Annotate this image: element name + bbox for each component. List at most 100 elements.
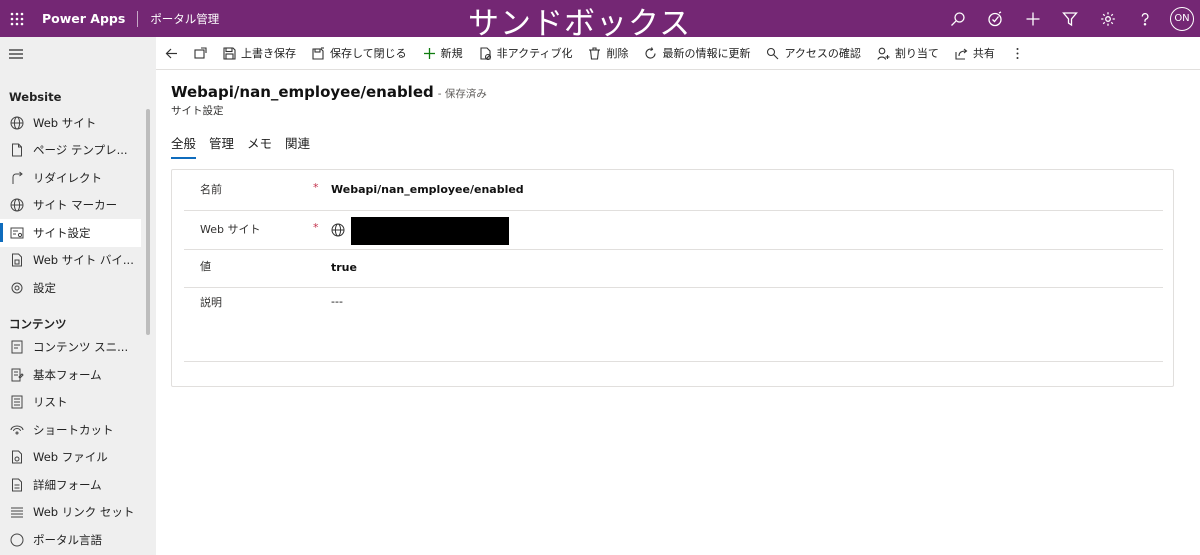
sidebar-scrollbar[interactable] [146,109,150,335]
more-commands-button[interactable] [1003,37,1032,70]
share-button[interactable]: 共有 [947,37,1003,70]
save-button[interactable]: 上書き保存 [215,37,304,70]
record-title-text: Webapi/nan_employee/enabled [171,83,434,101]
field-row-website: Web サイト * [184,211,1163,250]
nav-group-content: コンテンツ [9,316,67,331]
sidebar-item-site-markers[interactable]: サイト マーカー [0,192,156,220]
sidebar-item-label: ページ テンプレ... [33,143,128,158]
hamburger-menu-icon[interactable] [0,37,156,70]
form-icon [9,367,25,383]
sidebar-item-web-link-sets[interactable]: Web リンク セット [0,499,156,527]
sidebar-item-shortcuts[interactable]: ショートカット [0,416,156,444]
title-divider [137,10,139,27]
deactivate-button[interactable]: 非アクティブ化 [471,37,581,70]
assign-button[interactable]: 割り当て [869,37,947,70]
app-area-name[interactable]: ポータル管理 [150,11,219,27]
sidebar-item-advanced-forms[interactable]: 詳細フォーム [0,471,156,499]
sidebar-item-settings[interactable]: 設定 [0,274,156,302]
binding-icon [9,252,25,268]
website-lookup-value[interactable] [351,217,509,245]
entity-name: サイト設定 [171,105,224,117]
sidebar-item-redirects[interactable]: リダイレクト [0,164,156,192]
plus-icon [423,47,435,59]
sidebar-item-lists[interactable]: リスト [0,389,156,417]
share-icon [955,48,968,60]
sidebar-item-websites[interactable]: Web サイト [0,109,156,137]
form-tabs: 全般 管理 メモ 関連 [171,133,323,159]
refresh-label: 最新の情報に更新 [662,47,751,60]
save-and-close-label: 保存して閉じる [330,47,407,60]
save-label: 上書き保存 [241,47,296,60]
share-label: 共有 [972,47,995,60]
check-access-button[interactable]: アクセスの確認 [758,37,868,70]
required-indicator: * [313,181,319,194]
sidebar-item-label: サイト設定 [33,225,91,240]
tab-general[interactable]: 全般 [171,133,197,159]
page-icon [9,142,25,158]
sidebar-item-label: ポータル言語 [33,532,102,547]
sidebar-item-label: コンテンツ スニ... [33,340,129,355]
new-window-icon [194,46,207,59]
sidebar-item-label: Web リンク セット [33,505,135,520]
sidebar-item-basic-forms[interactable]: 基本フォーム [0,361,156,389]
value-field[interactable]: true [331,261,357,274]
new-label: 新規 [440,47,463,60]
open-new-window-button[interactable] [186,37,215,70]
required-indicator: * [313,221,319,234]
link-set-icon [9,504,25,520]
sidebar-item-label: 設定 [33,280,56,295]
gear-icon[interactable] [1089,0,1127,37]
sidebar-item-portal-languages[interactable]: ポータル言語 [0,526,156,554]
sidebar-item-site-settings[interactable]: サイト設定 [0,219,141,247]
field-row-value: 値 true [184,250,1163,288]
advanced-form-icon [9,477,25,493]
command-bar: 上書き保存 保存して閉じる 新規 非アクティブ化 削除 最新の情報に更新 アクセ… [156,37,1200,70]
more-icon [1016,47,1019,59]
search-icon[interactable] [939,0,977,37]
tab-related[interactable]: 関連 [285,133,310,159]
tab-notes[interactable]: メモ [247,133,272,159]
sidebar-item-label: リダイレクト [33,170,102,185]
sidebar-item-label: Web ファイル [33,450,108,465]
tab-administration[interactable]: 管理 [209,133,234,159]
deactivate-icon [480,46,491,60]
help-icon[interactable] [1127,0,1165,37]
field-row-description: 説明 --- [184,288,1163,362]
delete-button[interactable]: 削除 [580,37,636,70]
add-icon[interactable] [1014,0,1052,37]
description-label: 説明 [200,296,222,309]
sidebar-item-web-files[interactable]: Web ファイル [0,444,156,472]
nav-group-website: Website [9,90,62,104]
save-close-icon [312,46,324,60]
sidebar-item-label: 基本フォーム [33,367,102,382]
shortcut-icon [9,422,25,438]
deactivate-label: 非アクティブ化 [496,47,573,60]
sidebar-item-content-snippets[interactable]: コンテンツ スニ... [0,334,156,362]
assign-label: 割り当て [894,47,939,60]
back-button[interactable] [156,37,186,70]
arrow-left-icon [165,48,177,58]
app-launcher-icon[interactable] [0,0,34,37]
filter-icon[interactable] [1052,0,1090,37]
name-field[interactable]: Webapi/nan_employee/enabled [331,183,524,196]
globe-icon [331,223,345,237]
file-icon [9,449,25,465]
sidebar-item-label: サイト マーカー [33,198,118,213]
save-and-close-button[interactable]: 保存して閉じる [304,37,415,70]
globe-icon [9,115,25,131]
snippet-icon [9,339,25,355]
refresh-button[interactable]: 最新の情報に更新 [636,37,758,70]
sidebar-item-label: リスト [33,395,68,410]
check-access-label: アクセスの確認 [784,47,861,60]
description-field[interactable]: --- [331,295,343,308]
assistant-icon[interactable] [977,0,1015,37]
app-name[interactable]: Power Apps [42,11,125,26]
sidebar-item-page-templates[interactable]: ページ テンプレ... [0,137,156,165]
refresh-icon [645,46,657,59]
sidebar-item-label: Web サイト バイ... [33,253,134,268]
sidebar-item-website-bindings[interactable]: Web サイト バイ... [0,247,156,275]
user-avatar[interactable]: ON [1170,6,1194,31]
sidebar: Website Web サイト ページ テンプレ... リダイレクト サイト マ… [0,37,156,555]
new-button[interactable]: 新規 [415,37,471,70]
sidebar-item-label: ショートカット [33,422,114,437]
